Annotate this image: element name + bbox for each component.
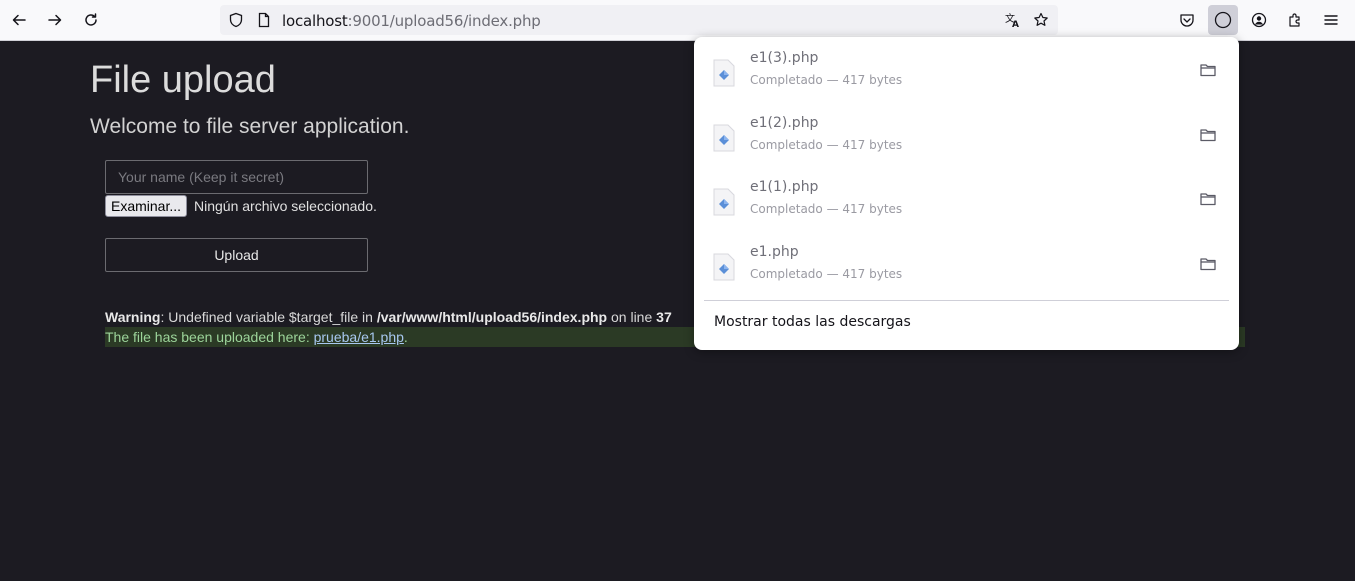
pocket-icon [1180, 14, 1194, 27]
forward-button[interactable] [41, 6, 69, 34]
pocket-button[interactable] [1173, 6, 1201, 34]
url-bar[interactable]: localhost:9001/upload56/index.php 文A [220, 5, 1058, 35]
translate-icon[interactable]: 文A [1005, 12, 1021, 30]
folder-icon[interactable] [1199, 126, 1217, 144]
url-host: localhost [282, 12, 348, 30]
php-warning: Warning: Undefined variable $target_file… [105, 309, 672, 325]
folder-icon[interactable] [1199, 190, 1217, 208]
upload-button[interactable]: Upload [105, 238, 368, 272]
success-text: The file has been uploaded here: [105, 329, 314, 345]
php-file-icon [713, 188, 735, 216]
shield-icon[interactable] [228, 12, 244, 28]
name-input[interactable] [105, 160, 368, 194]
download-status: Completado — 417 bytes [750, 73, 903, 87]
page-subtitle: Welcome to file server application. [90, 115, 410, 138]
warning-text-2: on line [607, 309, 657, 325]
downloads-button[interactable] [1208, 5, 1238, 35]
file-status-text: Ningún archivo seleccionado. [194, 198, 377, 214]
download-item[interactable]: e1(1).php Completado — 417 bytes [704, 170, 1229, 230]
download-filename: e1(1).php [750, 179, 819, 195]
php-file-icon [713, 59, 735, 87]
back-arrow-icon [12, 14, 26, 26]
download-filename: e1(2).php [750, 115, 819, 131]
success-message: The file has been uploaded here: prueba/… [105, 329, 408, 345]
url-path: :9001/upload56/index.php [347, 12, 541, 30]
warning-text: : Undefined variable $target_file in [160, 309, 377, 325]
warning-label: Warning [105, 309, 161, 325]
back-button[interactable] [5, 6, 33, 34]
reload-button[interactable] [77, 6, 105, 34]
account-icon [1251, 12, 1267, 28]
reload-icon [85, 13, 97, 26]
download-item[interactable]: e1.php Completado — 417 bytes [704, 235, 1229, 295]
downloads-panel: e1(3).php Completado — 417 bytes e1(2).p… [694, 37, 1239, 350]
extensions-button[interactable] [1281, 6, 1309, 34]
folder-icon[interactable] [1199, 61, 1217, 79]
warning-line: 37 [656, 309, 672, 325]
url-text[interactable]: localhost:9001/upload56/index.php [282, 12, 541, 30]
puzzle-icon [1289, 13, 1300, 27]
warning-path: /var/www/html/upload56/index.php [376, 309, 608, 325]
menu-button[interactable] [1317, 6, 1345, 34]
download-status: Completado — 417 bytes [750, 267, 903, 281]
download-filename: e1.php [750, 244, 799, 260]
php-file-icon [713, 124, 735, 152]
downloads-divider [704, 300, 1229, 301]
page-title: File upload [90, 59, 276, 101]
browser-toolbar: localhost:9001/upload56/index.php 文A [0, 0, 1355, 41]
account-button[interactable] [1245, 6, 1273, 34]
success-end: . [403, 329, 408, 345]
download-status: Completado — 417 bytes [750, 202, 903, 216]
browse-file-button[interactable]: Examinar... [105, 195, 188, 217]
download-item[interactable]: e1(3).php Completado — 417 bytes [704, 41, 1229, 101]
download-status: Completado — 417 bytes [750, 138, 903, 152]
forward-arrow-icon [48, 14, 62, 26]
php-file-icon [713, 253, 735, 281]
downloads-progress-icon [1214, 11, 1232, 29]
hamburger-menu-icon [1324, 15, 1338, 25]
svg-text:A: A [1012, 20, 1019, 28]
page-info-icon[interactable] [256, 12, 272, 28]
download-item[interactable]: e1(2).php Completado — 417 bytes [704, 106, 1229, 166]
folder-icon[interactable] [1199, 255, 1217, 273]
show-all-downloads[interactable]: Mostrar todas las descargas [714, 314, 911, 330]
uploaded-file-link[interactable]: prueba/e1.php [314, 329, 404, 345]
bookmark-star-icon[interactable] [1033, 12, 1049, 28]
download-filename: e1(3).php [750, 50, 819, 66]
